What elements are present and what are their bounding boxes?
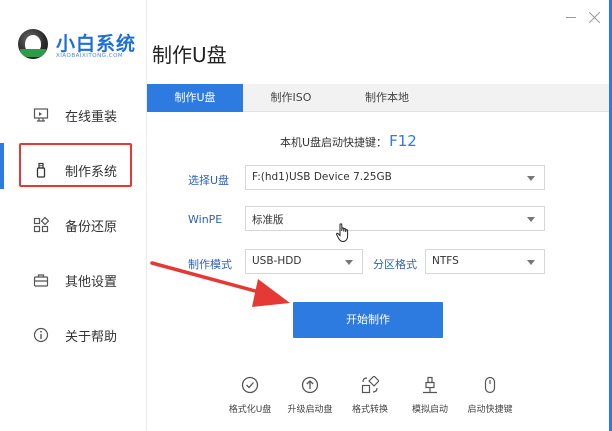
select-usb-label: 选择U盘	[188, 174, 230, 187]
page-title: 制作U盘	[152, 43, 227, 67]
close-button[interactable]	[588, 11, 602, 25]
minimize-button[interactable]	[566, 17, 576, 18]
app-logo: 小白系统 XIAOBAIXITONG.COM	[18, 27, 138, 67]
highlight-box	[19, 143, 132, 187]
grid-restore-icon	[33, 217, 49, 233]
logo-mascot-icon	[18, 29, 48, 59]
sidebar-item-backup-restore[interactable]: 备份还原	[0, 198, 147, 253]
usb-plug-icon	[423, 376, 437, 394]
monitor-icon	[33, 108, 49, 122]
tab-make-iso[interactable]: 制作ISO	[243, 84, 339, 112]
sidebar-item-other-settings[interactable]: 其他设置	[0, 253, 147, 308]
info-icon	[33, 327, 49, 343]
winpe-value: 标准版	[252, 214, 284, 226]
tool-simulate-boot[interactable]: 模拟启动	[400, 376, 460, 421]
chevron-down-icon	[527, 217, 535, 222]
partition-label: 分区格式	[373, 258, 417, 271]
logo-subtitle: XIAOBAIXITONG.COM	[56, 53, 124, 59]
hotkey-value: F12	[389, 132, 417, 150]
tool-upgrade-boot-disk[interactable]: 升级启动盘	[280, 376, 340, 421]
winpe-label: WinPE	[188, 213, 223, 226]
active-indicator	[0, 143, 4, 189]
winpe-select[interactable]: 标准版	[245, 206, 545, 231]
hand-cursor-icon	[336, 223, 349, 243]
hotkey-info: 本机U盘启动快捷键： F12	[280, 132, 417, 150]
sidebar-item-label: 在线重装	[65, 110, 118, 125]
sidebar: 小白系统 XIAOBAIXITONG.COM 在线重装 制作系统 备份还原 其他…	[0, 0, 147, 431]
briefcase-icon	[33, 274, 49, 287]
tool-label: 启动快捷键	[467, 405, 513, 415]
tab-make-usb[interactable]: 制作U盘	[147, 84, 243, 112]
tool-label: 格式化U盘	[228, 405, 272, 415]
usb-device-select[interactable]: F:(hd1)USB Device 7.25GB	[245, 165, 545, 190]
tool-label: 升级启动盘	[287, 405, 333, 415]
tool-boot-hotkey[interactable]: 启动快捷键	[460, 376, 520, 421]
convert-icon	[361, 376, 379, 394]
check-circle-icon	[241, 376, 259, 394]
upload-circle-icon	[301, 376, 319, 394]
red-arrow-annotation	[150, 261, 290, 307]
app-window: 小白系统 XIAOBAIXITONG.COM 在线重装 制作系统 备份还原 其他…	[0, 0, 612, 431]
chevron-down-icon	[527, 260, 535, 265]
hotkey-label: 本机U盘启动快捷键：	[280, 136, 388, 149]
usb-device-value: F:(hd1)USB Device 7.25GB	[252, 171, 392, 183]
partition-value: NTFS	[432, 255, 459, 267]
tool-format-convert[interactable]: 格式转换	[340, 376, 400, 421]
partition-select[interactable]: NTFS	[425, 249, 545, 274]
sidebar-item-label: 其他设置	[65, 275, 118, 290]
sidebar-nav: 在线重装 制作系统 备份还原 其他设置 关于帮助	[0, 88, 147, 363]
tool-bar: 格式化U盘 升级启动盘 格式转换 模拟启动 启动快捷键	[220, 376, 520, 421]
logo-title: 小白系统	[56, 33, 137, 55]
sidebar-item-about-help[interactable]: 关于帮助	[0, 308, 147, 363]
tab-make-local[interactable]: 制作本地	[339, 84, 435, 112]
start-making-button[interactable]: 开始制作	[293, 302, 443, 338]
tool-label: 模拟启动	[411, 405, 448, 415]
sidebar-item-online-install[interactable]: 在线重装	[0, 88, 147, 143]
chevron-down-icon	[527, 176, 535, 181]
sidebar-item-label: 关于帮助	[65, 330, 118, 345]
chevron-down-icon	[345, 260, 353, 265]
mouse-icon	[484, 376, 496, 394]
tool-label: 格式转换	[351, 405, 388, 415]
tab-bar: 制作U盘 制作ISO 制作本地	[147, 84, 609, 112]
tool-format-usb[interactable]: 格式化U盘	[220, 376, 280, 421]
sidebar-item-label: 备份还原	[65, 220, 118, 235]
